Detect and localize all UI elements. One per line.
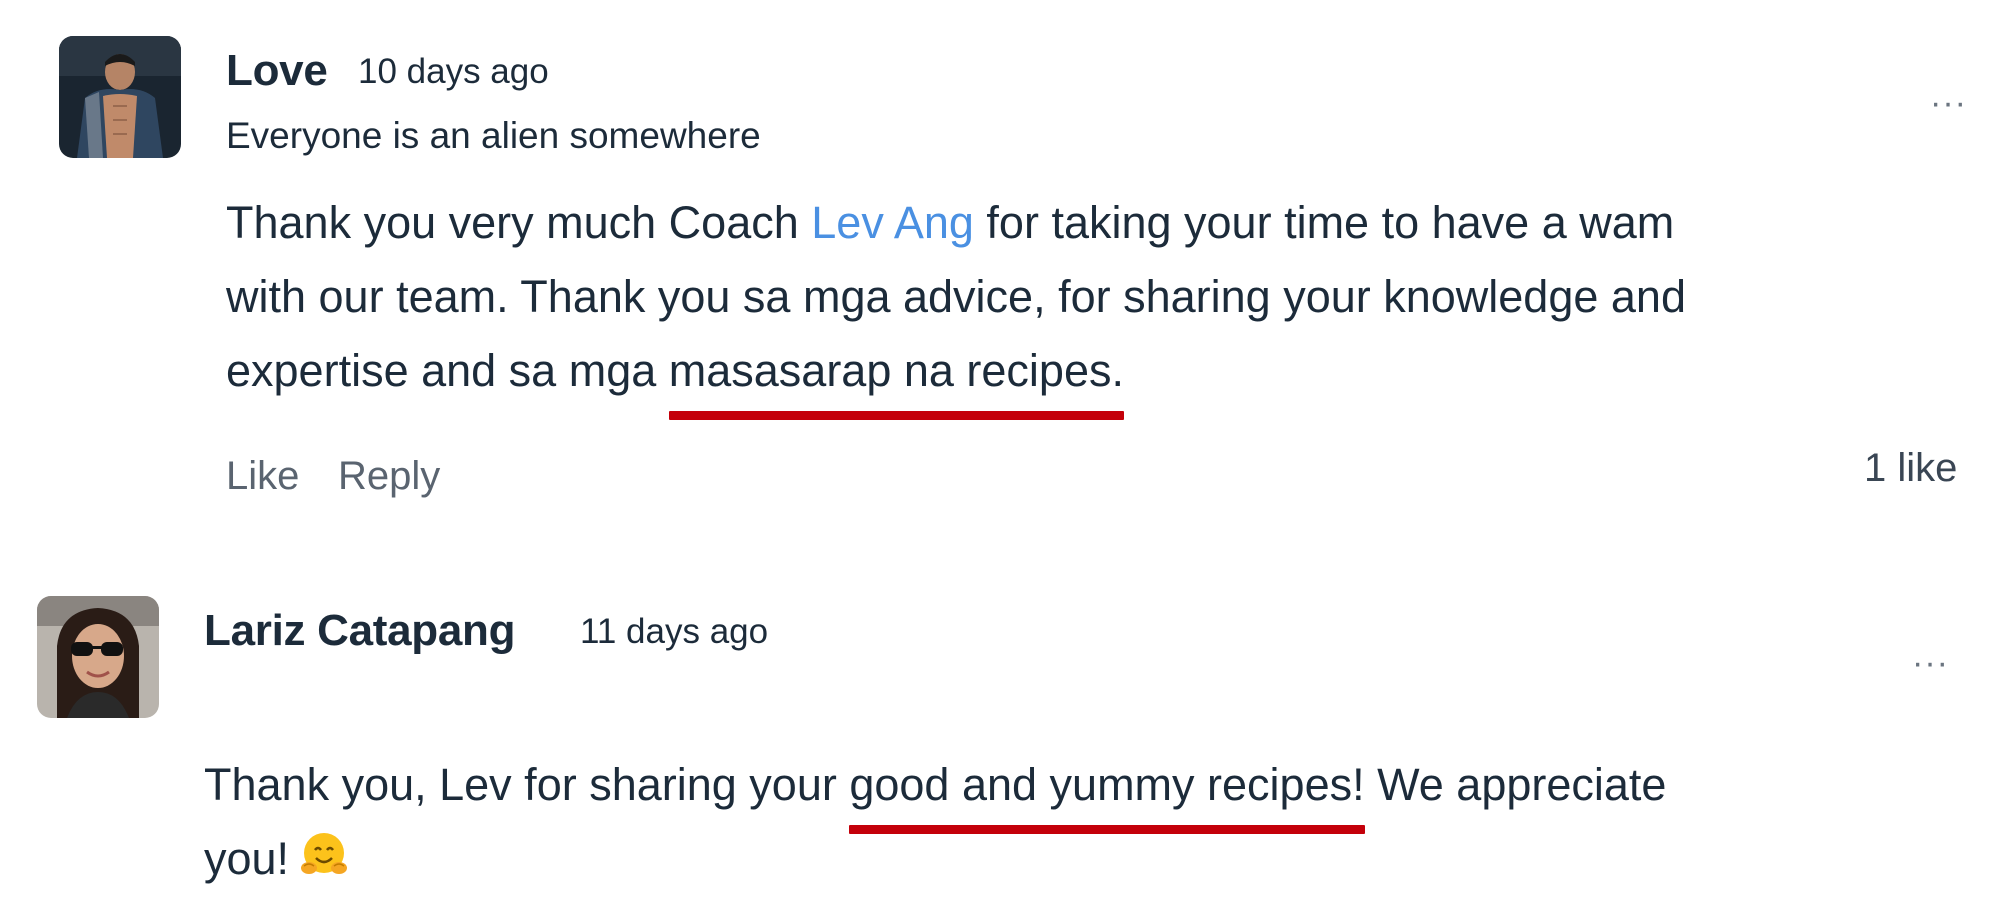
avatar-photo-icon — [37, 596, 159, 718]
body-text: for taking your time to have a wam — [973, 197, 1675, 248]
body-text: expertise and sa mga — [226, 345, 669, 396]
body-text: you! — [204, 833, 290, 884]
avatar[interactable] — [59, 36, 181, 158]
avatar[interactable] — [37, 596, 159, 718]
body-text: Thank you very much Coach — [226, 197, 812, 248]
mention-link[interactable]: Lev Ang — [811, 197, 974, 248]
highlighted-text: masasarap na recipes. — [668, 334, 1125, 420]
author-name[interactable]: Lariz Catapang — [204, 606, 516, 656]
author-name[interactable]: Love — [226, 46, 328, 96]
comment-body: Thank you, Lev for sharing your good and… — [204, 748, 1666, 902]
like-count[interactable]: 1 like — [1864, 446, 1957, 491]
comment-body-line: expertise and sa mga masasarap na recipe… — [226, 334, 1686, 420]
comment-body-line: you! — [204, 822, 1666, 902]
comment-body-line: with our team. Thank you sa mga advice, … — [226, 271, 1686, 322]
comment-timestamp[interactable]: 10 days ago — [358, 52, 549, 92]
highlighted-text: good and yummy recipes! — [849, 748, 1365, 834]
comment-body-line: Thank you very much Coach Lev Ang for ta… — [226, 186, 1686, 260]
comment-lariz-catapang: Lariz Catapang 11 days ago ··· Thank you… — [0, 560, 1999, 901]
more-options-icon[interactable]: ··· — [1912, 646, 1949, 680]
like-button[interactable]: Like — [226, 454, 299, 499]
comment-body: Thank you very much Coach Lev Ang for ta… — [226, 186, 1686, 420]
comment-love: Love 10 days ago Everyone is an alien so… — [0, 0, 1999, 520]
comment-body-line: Thank you, Lev for sharing your good and… — [204, 748, 1667, 834]
more-options-icon[interactable]: ··· — [1930, 86, 1967, 120]
comment-timestamp[interactable]: 11 days ago — [580, 612, 768, 652]
author-title: Everyone is an alien somewhere — [226, 115, 761, 156]
body-text: Thank you, Lev for sharing your — [204, 759, 850, 810]
reply-button[interactable]: Reply — [338, 454, 440, 499]
hugging-face-icon — [299, 828, 349, 902]
avatar-photo-icon — [59, 36, 181, 158]
body-text: We appreciate — [1364, 759, 1667, 810]
